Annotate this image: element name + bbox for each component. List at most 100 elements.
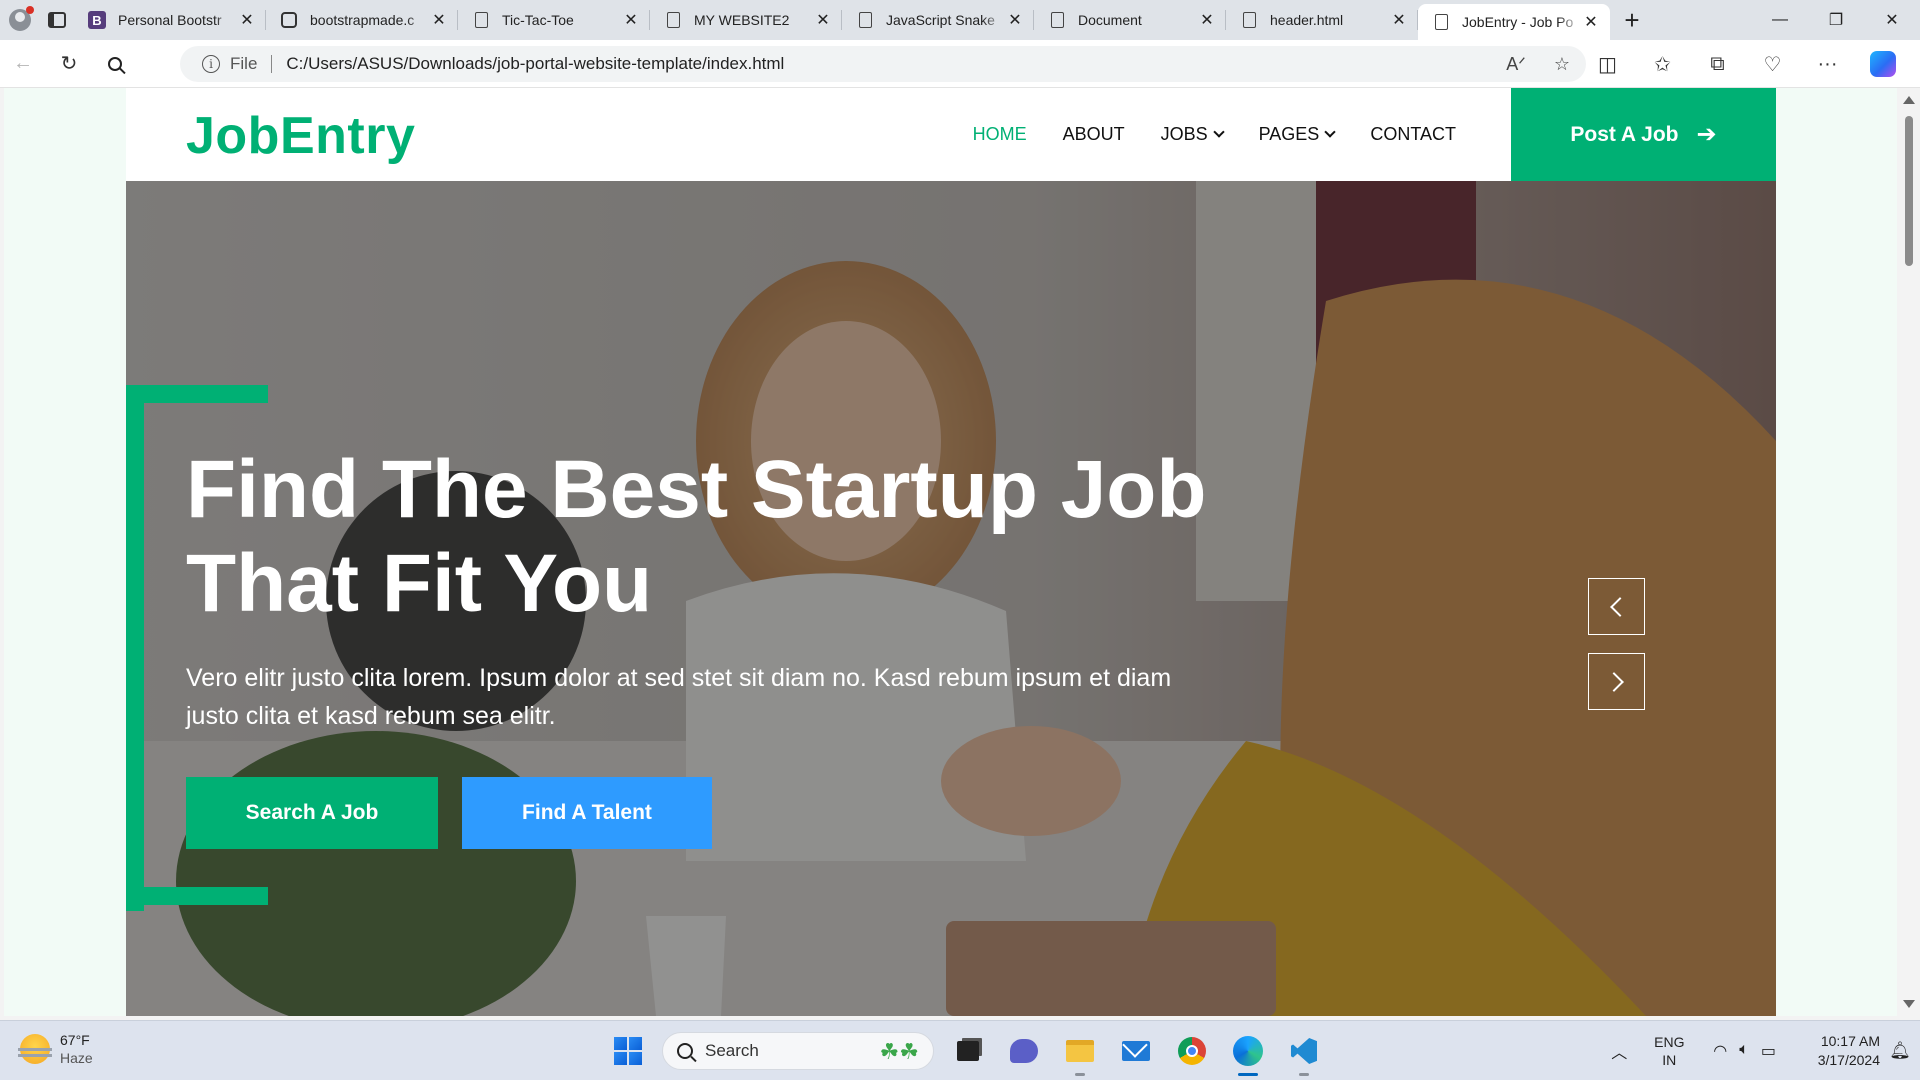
info-icon[interactable]: i bbox=[202, 55, 220, 73]
tab-my-website2[interactable]: MY WEBSITE2 ✕ bbox=[650, 0, 842, 40]
tray-status-icons[interactable]: ◠ 🔈︎ ▭ bbox=[1699, 1041, 1790, 1061]
tab-personal-bootstrap[interactable]: B Personal Bootstr ✕ bbox=[74, 0, 266, 40]
document-icon bbox=[1240, 11, 1258, 29]
close-tab-icon[interactable]: ✕ bbox=[238, 10, 256, 30]
file-explorer-button[interactable] bbox=[1058, 1029, 1102, 1076]
collections-icon[interactable]: ⧉ bbox=[1690, 44, 1745, 84]
close-tab-icon[interactable]: ✕ bbox=[1582, 12, 1600, 32]
task-view-button[interactable] bbox=[946, 1029, 990, 1073]
headline-line-1: Find The Best Startup Job bbox=[186, 444, 1207, 535]
close-tab-icon[interactable]: ✕ bbox=[1390, 10, 1408, 30]
nav-jobs[interactable]: JOBS bbox=[1143, 124, 1241, 145]
browser-essentials-icon[interactable]: ♡ bbox=[1745, 44, 1800, 84]
favorite-star-icon[interactable]: ☆ bbox=[1554, 54, 1570, 75]
chevron-down-icon bbox=[1212, 126, 1225, 138]
browser-tab-strip: B Personal Bootstr ✕ bootstrapmade.c ✕ T… bbox=[0, 0, 1920, 40]
close-tab-icon[interactable]: ✕ bbox=[814, 10, 832, 30]
chevron-left-icon bbox=[1609, 596, 1630, 617]
close-tab-icon[interactable]: ✕ bbox=[1006, 10, 1024, 30]
page-scrollbar[interactable] bbox=[1897, 88, 1920, 1016]
tab-title: MY WEBSITE2 bbox=[694, 12, 790, 28]
nav-pages[interactable]: PAGES bbox=[1241, 124, 1353, 145]
clock[interactable]: 10:17 AM 3/17/2024 bbox=[1790, 1032, 1880, 1070]
more-menu-icon[interactable]: ··· bbox=[1800, 44, 1855, 84]
nav-home[interactable]: HOME bbox=[955, 124, 1045, 145]
carousel-prev-button[interactable] bbox=[1588, 578, 1645, 635]
site-logo[interactable]: JobEntry bbox=[186, 106, 415, 166]
vscode-button[interactable] bbox=[1282, 1029, 1326, 1076]
nav-menu: HOME ABOUT JOBS PAGES CONTACT bbox=[955, 88, 1474, 181]
url-text[interactable]: C:/Users/ASUS/Downloads/job-portal-websi… bbox=[286, 54, 784, 74]
accent-frame bbox=[126, 887, 268, 905]
tab-tic-tac-toe[interactable]: Tic-Tac-Toe ✕ bbox=[458, 0, 650, 40]
copilot-icon[interactable] bbox=[1855, 44, 1910, 84]
read-aloud-icon[interactable]: Aᐟ bbox=[1506, 54, 1526, 75]
tab-title: Document bbox=[1078, 12, 1142, 28]
close-tab-icon[interactable]: ✕ bbox=[430, 10, 448, 30]
show-hidden-icons-button[interactable]: ︿ bbox=[1599, 1039, 1639, 1063]
address-bar[interactable]: i File C:/Users/ASUS/Downloads/job-porta… bbox=[180, 46, 1586, 82]
restore-button[interactable]: ❐ bbox=[1808, 0, 1864, 40]
close-tab-icon[interactable]: ✕ bbox=[622, 10, 640, 30]
tab-title: Tic-Tac-Toe bbox=[502, 12, 574, 28]
profile-avatar[interactable] bbox=[0, 0, 40, 40]
find-talent-button[interactable]: Find A Talent bbox=[462, 777, 712, 849]
clock-date: 3/17/2024 bbox=[1817, 1052, 1880, 1068]
search-job-button[interactable]: Search A Job bbox=[186, 777, 438, 849]
tab-jobentry[interactable]: JobEntry - Job Po ✕ bbox=[1418, 4, 1610, 40]
browser-toolbar: ← ↻ i File C:/Users/ASUS/Downloads/job-p… bbox=[0, 40, 1920, 88]
edge-icon bbox=[1233, 1036, 1263, 1066]
website-container: JobEntry HOME ABOUT JOBS PAGES CONTACT P… bbox=[126, 88, 1776, 1016]
volume-icon: 🔈︎ bbox=[1739, 1041, 1749, 1058]
scroll-down-icon[interactable] bbox=[1903, 1000, 1915, 1008]
carousel-next-button[interactable] bbox=[1588, 653, 1645, 710]
split-screen-icon[interactable]: ◫ bbox=[1580, 44, 1635, 84]
post-job-label: Post A Job bbox=[1570, 122, 1679, 146]
battery-icon: ▭ bbox=[1760, 1043, 1776, 1060]
tab-javascript-snake[interactable]: JavaScript Snake ✕ bbox=[842, 0, 1034, 40]
hero-lead-text: Vero elitr justo clita lorem. Ipsum dolo… bbox=[186, 664, 1172, 730]
document-icon bbox=[472, 11, 490, 29]
search-icon bbox=[677, 1043, 693, 1059]
close-tab-icon[interactable]: ✕ bbox=[1198, 10, 1216, 30]
document-icon bbox=[1432, 13, 1450, 31]
taskbar-search[interactable]: Search ☘☘ bbox=[662, 1032, 934, 1070]
headline-line-2: That Fit You bbox=[186, 538, 653, 629]
favorites-icon[interactable]: ✩ bbox=[1635, 44, 1690, 84]
close-window-button[interactable]: ✕ bbox=[1864, 0, 1920, 40]
tab-title: bootstrapmade.c bbox=[310, 12, 415, 28]
tab-document[interactable]: Document ✕ bbox=[1034, 0, 1226, 40]
refresh-button[interactable]: ↻ bbox=[46, 44, 92, 84]
nav-contact[interactable]: CONTACT bbox=[1352, 124, 1474, 145]
teams-button[interactable] bbox=[1002, 1029, 1046, 1073]
post-job-button[interactable]: Post A Job ➔ bbox=[1511, 88, 1776, 181]
document-icon bbox=[856, 11, 874, 29]
weather-condition: Haze bbox=[60, 1050, 93, 1066]
edge-button[interactable] bbox=[1226, 1029, 1270, 1076]
tab-title: JobEntry - Job Po bbox=[1462, 14, 1574, 30]
scroll-up-icon[interactable] bbox=[1903, 96, 1915, 104]
chrome-button[interactable] bbox=[1170, 1029, 1214, 1073]
windows-logo-icon bbox=[608, 1031, 648, 1071]
language-indicator[interactable]: ENG IN bbox=[1639, 1033, 1699, 1069]
hero-carousel: Find The Best Startup Job That Fit You V… bbox=[126, 181, 1776, 1016]
new-tab-button[interactable]: + bbox=[1610, 0, 1654, 40]
weather-widget[interactable]: 67°F Haze bbox=[18, 1031, 93, 1067]
windows-taskbar: 67°F Haze Search ☘☘ ︿ ENG IN ◠ 🔈︎ ▭ 10:1… bbox=[0, 1020, 1920, 1080]
back-button[interactable]: ← bbox=[0, 44, 46, 84]
notification-bell-icon[interactable]: 🔔︎ bbox=[1880, 1041, 1920, 1061]
start-button[interactable] bbox=[606, 1029, 650, 1073]
tab-title: header.html bbox=[1270, 12, 1344, 28]
tab-bootstrapmade[interactable]: bootstrapmade.c ✕ bbox=[266, 0, 458, 40]
search-icon[interactable] bbox=[92, 44, 138, 84]
nav-about[interactable]: ABOUT bbox=[1045, 124, 1143, 145]
scrollbar-thumb[interactable] bbox=[1905, 116, 1913, 266]
vscode-icon bbox=[1291, 1038, 1317, 1064]
taskbar-apps: Search ☘☘ bbox=[606, 1029, 1326, 1076]
system-tray: ︿ ENG IN ◠ 🔈︎ ▭ 10:17 AM 3/17/2024 🔔︎ bbox=[1599, 1021, 1920, 1080]
mail-button[interactable] bbox=[1114, 1029, 1158, 1073]
tab-actions-icon[interactable] bbox=[40, 0, 74, 40]
tab-header-html[interactable]: header.html ✕ bbox=[1226, 0, 1418, 40]
search-placeholder: Search bbox=[705, 1041, 759, 1060]
minimize-button[interactable]: — bbox=[1752, 0, 1808, 40]
